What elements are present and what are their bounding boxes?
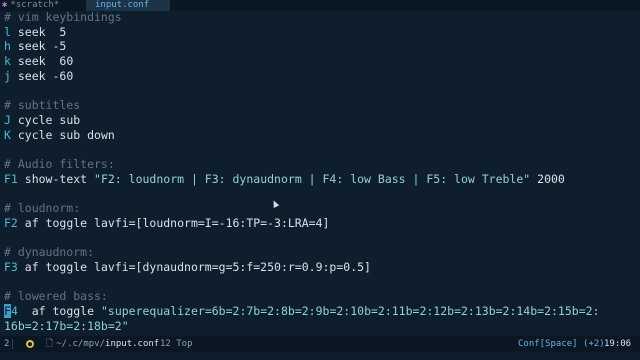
code-line: l seek 5	[4, 25, 66, 40]
code-line: j seek -60	[4, 69, 73, 84]
code-line: k seek 60	[4, 54, 73, 69]
divider	[12, 339, 13, 349]
code-line: # dynaudnorm:	[4, 245, 94, 260]
scratch-icon: ✱	[2, 0, 8, 10]
file-path: ~/.c/mpv/	[56, 339, 106, 349]
tab-label: *scratch*	[10, 0, 60, 10]
comment-text: # loudnorm:	[4, 201, 81, 216]
command-text: seek -60	[10, 68, 74, 83]
code-line: F2 af toggle lavfi=[loudnorm=I=-16:TP=-3…	[4, 216, 329, 231]
cursor-position: 12 Top	[160, 339, 193, 349]
code-line: # subtitles	[4, 98, 80, 113]
code-line: K cycle sub down	[4, 128, 115, 143]
key-binding: j	[4, 68, 11, 83]
code-line: # Audio filters:	[4, 157, 115, 172]
key-binding: F2	[4, 215, 18, 230]
code-line: # lowered bass:	[4, 289, 108, 304]
code-line: # loudnorm:	[4, 201, 80, 216]
command-text: 2000	[530, 171, 565, 186]
code-line: F3 af toggle lavfi=[dynaudnorm=g=5:f=250…	[4, 260, 371, 275]
comment-text: # Audio filters:	[4, 157, 115, 171]
file-icon: 🗋	[46, 339, 54, 349]
command-text: seek -5	[10, 39, 67, 54]
code-line: 16b=2:17b=2:18b=2"	[4, 319, 129, 333]
command-text: "superequalizer=6b=2:7b=2:8b=2:9b=2:10b=…	[100, 304, 607, 318]
buffer-file[interactable]: 🗋 ~/.c/mpv/input.conf	[46, 336, 159, 352]
tab-label: input.conf	[95, 0, 150, 10]
command-text: af toggle	[17, 304, 101, 318]
command-text: seek 5	[10, 24, 67, 39]
file-name: input.conf	[105, 339, 160, 349]
text-cursor: F	[4, 304, 11, 318]
comment-text: # vim keybindings	[4, 10, 122, 24]
window-number: 2	[4, 339, 10, 349]
command-text: af toggle lavfi=[loudnorm=I=-16:TP=-3:LR…	[17, 215, 330, 230]
editor-buffer[interactable]: # vim keybindings l seek 5h seek -5 k seek…	[0, 10, 640, 333]
mode-line: 2 ● 🗋 ~/.c/mpv/input.conf 12 Top Conf[Spa…	[0, 336, 640, 352]
key-binding: F1	[4, 171, 18, 186]
clock: 19:06	[604, 339, 632, 349]
key-binding: F3	[4, 259, 18, 274]
command-text: 16b=2:17b=2:18b=2"	[4, 318, 129, 333]
code-line: F4 af toggle "superequalizer=6b=2:7b=2:8…	[4, 304, 606, 319]
key-binding: J	[4, 112, 11, 127]
command-text: cycle sub down	[10, 127, 115, 142]
command-text: "F2: loudnorm | F3: dynaudnorm | F4: low…	[94, 171, 531, 186]
command-text: show-text	[17, 171, 95, 186]
comment-text: # subtitles	[4, 98, 81, 113]
code-line: h seek -5	[4, 39, 66, 54]
key-binding: K	[4, 127, 11, 142]
key-binding: h	[4, 39, 11, 54]
command-text: seek 60	[10, 54, 74, 69]
major-mode[interactable]: Conf[Space] (+2)	[518, 336, 605, 352]
command-text: af toggle lavfi=[dynaudnorm=g=5:f=250:r=…	[17, 259, 371, 274]
comment-text: # lowered bass:	[4, 289, 108, 304]
key-binding: 4	[10, 304, 18, 318]
code-line: J cycle sub	[4, 113, 80, 128]
code-line: F1 show-text "F2: loudnorm | F3: dynaudn…	[4, 172, 565, 187]
code-line: # vim keybindings	[4, 10, 122, 25]
key-binding: k	[4, 54, 11, 69]
key-binding: l	[4, 24, 11, 39]
command-text: cycle sub	[10, 112, 81, 127]
modified-icon: ●	[26, 340, 34, 348]
comment-text: # dynaudnorm:	[4, 245, 95, 260]
